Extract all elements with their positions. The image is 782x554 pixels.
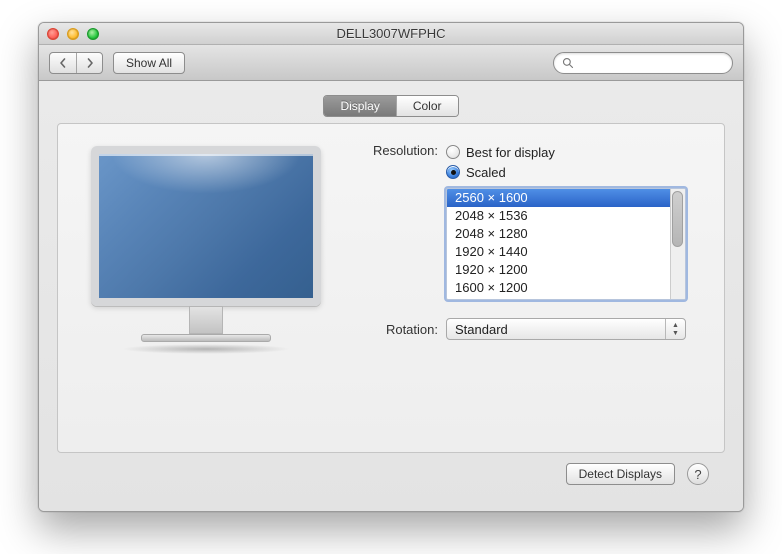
back-button[interactable] [50,53,76,73]
select-stepper-icon: ▲▼ [665,319,685,339]
settings-column: Resolution: Best for display Scaled [356,142,706,434]
zoom-icon[interactable] [87,28,99,40]
monitor-graphic [76,142,336,434]
resolution-list[interactable]: 2560 × 1600 2048 × 1536 2048 × 1280 1920… [446,188,686,300]
titlebar: DELL3007WFPHC [39,23,743,45]
resolution-option[interactable]: 2048 × 1280 [447,225,670,243]
resolution-best-radio[interactable]: Best for display [446,142,706,162]
radio-icon [446,165,460,179]
radio-label: Best for display [466,145,555,160]
forward-button[interactable] [76,53,102,73]
scrollbar[interactable] [670,189,685,299]
detect-displays-button[interactable]: Detect Displays [566,463,675,485]
tabs: Display Color [323,95,458,117]
tab-display[interactable]: Display [324,96,395,116]
resolution-label: Resolution: [356,142,446,158]
rotation-value: Standard [455,322,508,337]
window-title: DELL3007WFPHC [39,26,743,41]
help-button[interactable]: ? [687,463,709,485]
footer: Detect Displays ? [57,453,725,497]
rotation-label: Rotation: [356,321,446,337]
chevron-right-icon [85,58,95,68]
resolution-option[interactable]: 1920 × 1440 [447,243,670,261]
search-field[interactable] [553,52,733,74]
monitor-screen-icon [91,146,321,306]
minimize-icon[interactable] [67,28,79,40]
toolbar: Show All [39,45,743,81]
resolution-option[interactable]: 1920 × 1200 [447,261,670,279]
display-preferences-window: DELL3007WFPHC Show All Display Color [38,22,744,512]
content: Display Color Resolution: Best for displ… [39,81,743,511]
radio-label: Scaled [466,165,506,180]
show-all-button[interactable]: Show All [113,52,185,74]
display-panel: Resolution: Best for display Scaled [57,123,725,453]
history-nav [49,52,103,74]
resolution-scaled-radio[interactable]: Scaled [446,162,706,182]
tab-color[interactable]: Color [396,96,458,116]
radio-icon [446,145,460,159]
traffic-lights [39,28,99,40]
chevron-left-icon [58,58,68,68]
rotation-select[interactable]: Standard ▲▼ [446,318,686,340]
resolution-option[interactable]: 1600 × 1200 [447,279,670,297]
scrollbar-thumb[interactable] [672,191,683,247]
resolution-option[interactable]: 2048 × 1536 [447,207,670,225]
resolution-option[interactable]: 2560 × 1600 [447,189,670,207]
search-icon [562,57,574,69]
search-input[interactable] [579,56,724,70]
close-icon[interactable] [47,28,59,40]
